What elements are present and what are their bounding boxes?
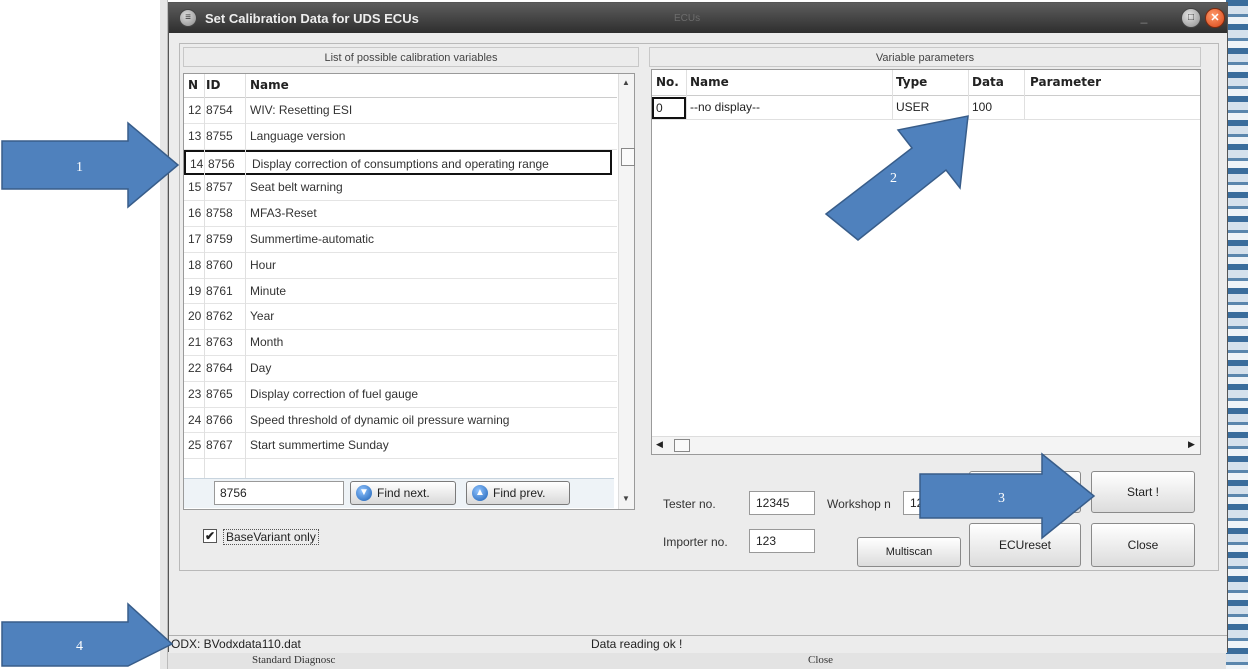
annotation-arrow-3: 3 bbox=[919, 452, 1096, 540]
annotation-label-1: 1 bbox=[76, 160, 83, 175]
annotation-overlay: 1 2 3 4 bbox=[1, 115, 1096, 667]
annotation-arrow-4: 4 bbox=[1, 602, 174, 667]
annotation-label-3: 3 bbox=[998, 491, 1005, 506]
annotation-arrow-2: 2 bbox=[824, 115, 969, 241]
annotation-arrow-1: 1 bbox=[1, 121, 180, 209]
screenshot-stage: Standard Diagnosc Close ≡ Set Calibratio… bbox=[0, 0, 1248, 669]
annotation-label-2: 2 bbox=[890, 171, 897, 186]
annotation-label-4: 4 bbox=[76, 639, 83, 654]
